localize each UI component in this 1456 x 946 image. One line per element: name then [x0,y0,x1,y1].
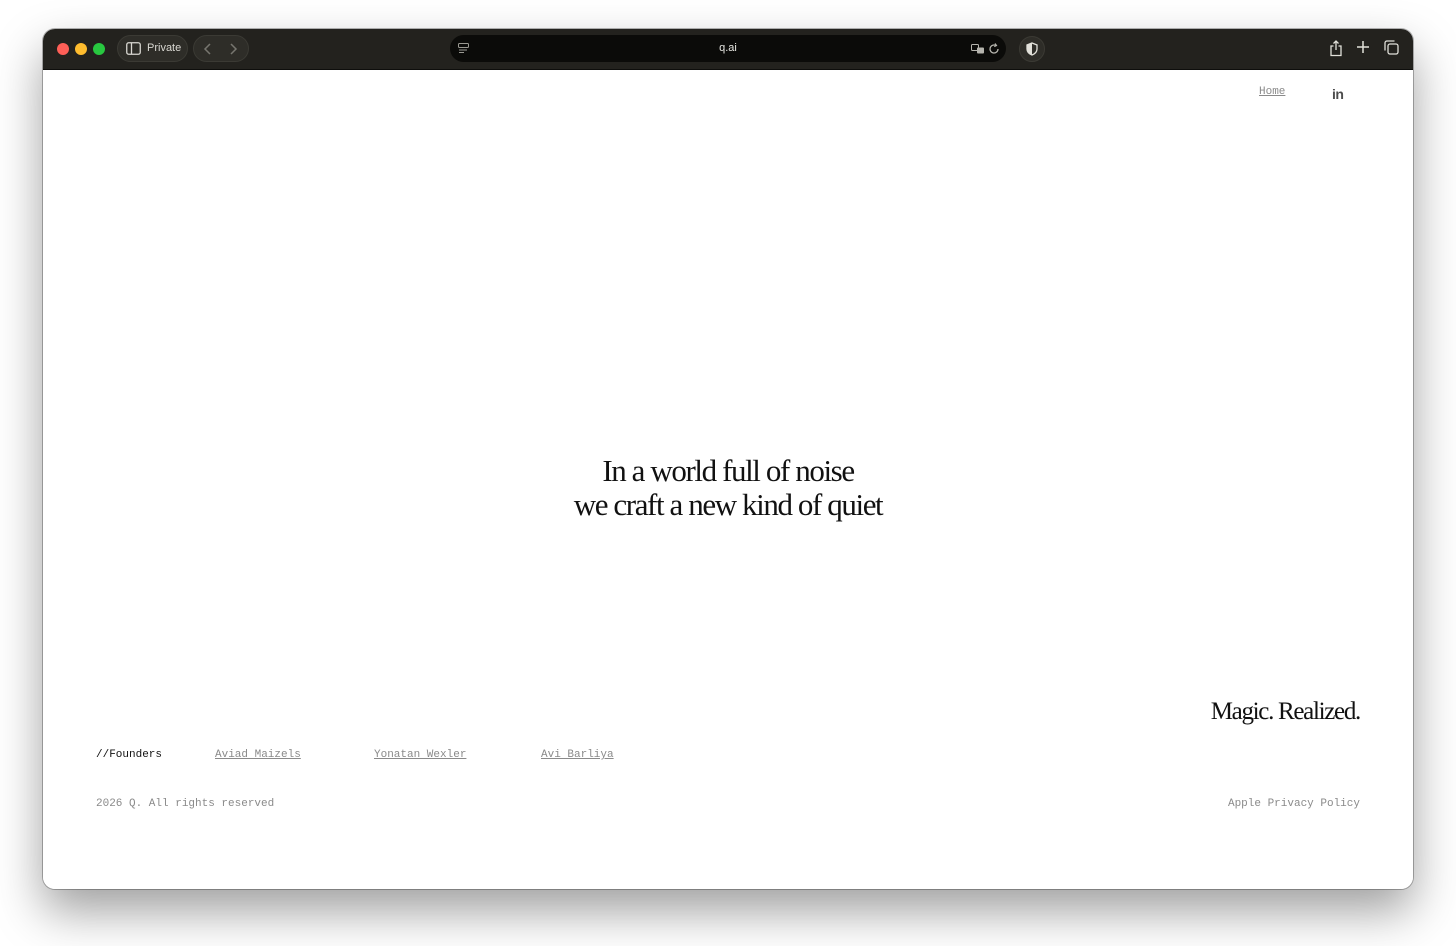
hero-heading: In a world full of noise we craft a new … [43,454,1413,522]
back-icon[interactable] [203,42,213,61]
zoom-window-button[interactable] [93,43,105,55]
linkedin-icon[interactable]: in [1332,86,1344,102]
tab-overview-icon[interactable] [1384,40,1399,60]
browser-window: Private q.ai Home in In a world full of … [43,29,1413,889]
history-nav [193,35,249,62]
home-link[interactable]: Home [1259,86,1285,98]
reload-icon[interactable] [988,42,1000,60]
private-sidebar-button[interactable]: Private [117,35,188,62]
new-tab-icon[interactable] [1356,40,1370,59]
close-window-button[interactable] [57,43,69,55]
privacy-report-button[interactable] [1019,36,1045,62]
privacy-policy-link[interactable]: Apple Privacy Policy [1228,798,1360,810]
founders-label: //Founders [96,749,163,761]
address-bar[interactable]: q.ai [450,35,1006,62]
forward-icon[interactable] [228,42,238,61]
hero-line-2: we craft a new kind of quiet [573,487,884,522]
url-text: q.ai [719,42,737,54]
founder-link-yonatan[interactable]: Yonatan Wexler [374,749,466,761]
page-content: Home in In a world full of noise we craf… [43,70,1413,889]
share-icon[interactable] [1329,40,1343,62]
translate-icon[interactable] [971,42,985,60]
founder-link-avi[interactable]: Avi Barliya [541,749,614,761]
browser-toolbar: Private q.ai [43,29,1413,70]
tagline: Magic. Realized. [1210,698,1362,725]
sidebar-icon [126,42,141,60]
minimize-window-button[interactable] [75,43,87,55]
founder-link-aviad[interactable]: Aviad Maizels [215,749,301,761]
hero-line-1: In a world full of noise [602,453,855,488]
private-label: Private [147,42,182,54]
copyright-text: 2026 Q. All rights reserved [96,798,275,810]
